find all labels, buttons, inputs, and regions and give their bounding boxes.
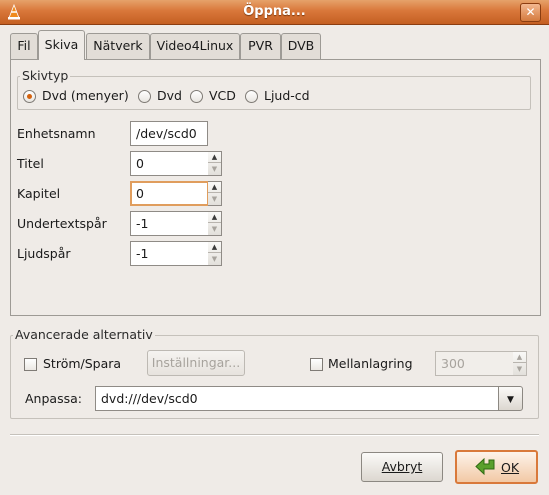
audio-track-label: Ljudspår (17, 246, 71, 261)
spin-down-icon[interactable]: ▼ (208, 194, 221, 205)
radio-dvd-menus-label[interactable]: Dvd (menyer) (42, 88, 129, 103)
close-button[interactable]: ✕ (520, 3, 541, 22)
tab-pvr[interactable]: PVR (240, 33, 281, 59)
customize-label: Anpassa: (25, 391, 82, 406)
caching-checkbox[interactable] (310, 358, 323, 371)
tab-dvb[interactable]: DVB (281, 33, 321, 59)
title-label: Titel (17, 156, 44, 171)
radio-dvd[interactable] (138, 90, 151, 103)
disc-type-label: Skivtyp (20, 68, 71, 83)
chapter-spin-buttons[interactable]: ▲ ▼ (208, 181, 222, 206)
stream-save-label[interactable]: Ström/Spara (43, 356, 121, 371)
chevron-down-icon: ▼ (507, 395, 514, 405)
ok-button-label: OK (501, 460, 520, 475)
spin-up-icon[interactable]: ▲ (208, 212, 221, 223)
device-name-label: Enhetsnamn (17, 126, 96, 141)
audio-track-spin-input[interactable]: -1 (130, 241, 209, 266)
tab-skiva[interactable]: Skiva (38, 30, 85, 60)
radio-vcd[interactable] (190, 90, 203, 103)
spin-down-icon[interactable]: ▼ (513, 364, 526, 375)
title-spin-input[interactable]: 0 (130, 151, 209, 176)
separator (10, 434, 539, 436)
spin-up-icon[interactable]: ▲ (208, 152, 221, 163)
tab-video4linux[interactable]: Video4Linux (150, 33, 240, 59)
audio-track-spin-buttons[interactable]: ▲ ▼ (208, 241, 222, 266)
customize-dropdown-button[interactable]: ▼ (498, 386, 523, 411)
ok-arrow-icon (475, 458, 495, 476)
spin-up-icon[interactable]: ▲ (208, 242, 221, 253)
caching-spin-buttons[interactable]: ▲ ▼ (513, 351, 527, 376)
close-icon: ✕ (525, 5, 536, 19)
radio-vcd-label[interactable]: VCD (209, 88, 236, 103)
cancel-button[interactable]: Avbryt (361, 452, 443, 482)
subtitle-track-spin-buttons[interactable]: ▲ ▼ (208, 211, 222, 236)
caching-spin-input[interactable]: 300 (435, 351, 514, 376)
title-spin-buttons[interactable]: ▲ ▼ (208, 151, 222, 176)
caching-label[interactable]: Mellanlagring (328, 356, 413, 371)
subtitle-track-label: Undertextspår (17, 216, 107, 231)
radio-dvd-label[interactable]: Dvd (157, 88, 182, 103)
advanced-options-label: Avancerade alternativ (13, 327, 155, 342)
radio-audio-cd[interactable] (245, 90, 258, 103)
cancel-button-label: Avbryt (381, 459, 423, 474)
stream-save-checkbox[interactable] (24, 358, 37, 371)
device-name-input[interactable]: /dev/scd0 (130, 121, 208, 146)
chapter-label: Kapitel (17, 186, 61, 201)
radio-dvd-menus[interactable] (23, 90, 36, 103)
subtitle-track-spin-input[interactable]: -1 (130, 211, 209, 236)
chapter-spin-input[interactable]: 0 (130, 181, 209, 206)
customize-mrl-input[interactable]: dvd:///dev/scd0 (95, 386, 499, 411)
settings-button[interactable]: Inställningar... (147, 350, 245, 376)
spin-down-icon[interactable]: ▼ (208, 164, 221, 175)
spin-down-icon[interactable]: ▼ (208, 254, 221, 265)
tab-natverk[interactable]: Nätverk (86, 33, 150, 59)
spin-up-icon[interactable]: ▲ (208, 182, 221, 193)
ok-button[interactable]: OK (455, 450, 538, 484)
spin-up-icon[interactable]: ▲ (513, 352, 526, 363)
tab-fil[interactable]: Fil (10, 33, 38, 59)
radio-audio-cd-label[interactable]: Ljud-cd (264, 88, 310, 103)
window-title: Öppna... (243, 4, 306, 19)
spin-down-icon[interactable]: ▼ (208, 224, 221, 235)
